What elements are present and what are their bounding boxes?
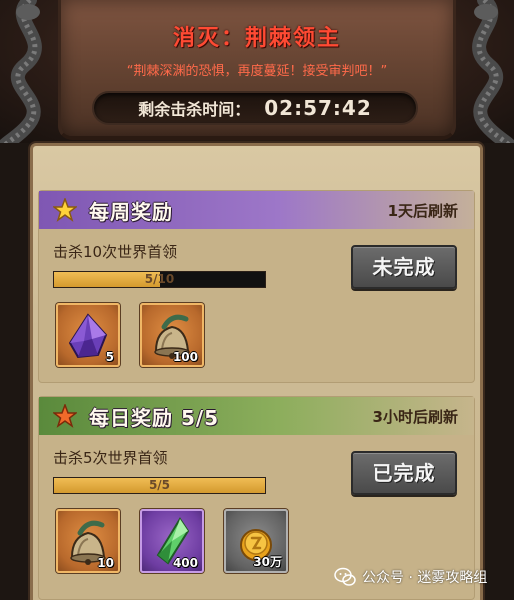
timer-label: 剩余击杀时间：	[138, 100, 251, 119]
boss-quote: “荆棘深渊的恐惧，再度蔓延！接受审判吧！”	[126, 64, 388, 79]
reward-item[interactable]: 100	[140, 303, 204, 367]
weekly-reward-title: 每周奖励	[89, 199, 173, 224]
weekly-progress-bar: 5/10	[53, 271, 266, 288]
weekly-reward-card: 每周奖励 1天后刷新 击杀10次世界首领 5/10 未完成 5 100	[38, 190, 475, 383]
item-count: 10	[97, 556, 114, 570]
boss-title: 消灭：荆棘领主	[172, 26, 341, 51]
reward-item[interactable]: 30万	[224, 509, 288, 573]
star-icon	[53, 404, 77, 428]
wechat-icon	[334, 567, 356, 586]
left-dark-margin	[0, 143, 30, 600]
item-count: 5	[105, 350, 114, 364]
weekly-task-text: 击杀10次世界首领	[53, 243, 178, 261]
item-count: 400	[172, 556, 198, 570]
daily-reward-title: 每日奖励 5/5	[89, 405, 220, 430]
item-count: 100	[172, 350, 198, 364]
weekly-progress-text: 5/10	[144, 272, 175, 286]
daily-reward-header: 每日奖励 5/5 3小时后刷新	[39, 397, 474, 435]
item-count: 30万	[253, 555, 282, 569]
star-icon	[53, 198, 77, 222]
reward-item[interactable]: 5	[56, 303, 120, 367]
daily-progress-text: 5/5	[148, 478, 171, 492]
right-dark-margin	[483, 143, 514, 600]
kill-timer: 剩余击杀时间： 02:57:42	[92, 91, 418, 125]
daily-progress-bar: 5/5	[53, 477, 266, 494]
daily-completed-button[interactable]: 已完成	[351, 451, 457, 495]
weekly-reward-items: 5 100	[56, 303, 204, 367]
watermark-text: 公众号 · 迷雾攻略组	[362, 570, 488, 586]
weekly-refresh-time: 1天后刷新	[387, 201, 458, 220]
reward-item[interactable]: 10	[56, 509, 120, 573]
timer-value: 02:57:42	[264, 96, 372, 120]
daily-task-text: 击杀5次世界首领	[53, 449, 168, 467]
watermark: 公众号 · 迷雾攻略组	[334, 565, 487, 589]
daily-refresh-time: 3小时后刷新	[372, 407, 458, 426]
daily-reward-items: 10 400 30万	[56, 509, 288, 573]
reward-item[interactable]: 400	[140, 509, 204, 573]
weekly-reward-header: 每周奖励 1天后刷新	[39, 191, 474, 229]
weekly-incomplete-button[interactable]: 未完成	[351, 245, 457, 289]
